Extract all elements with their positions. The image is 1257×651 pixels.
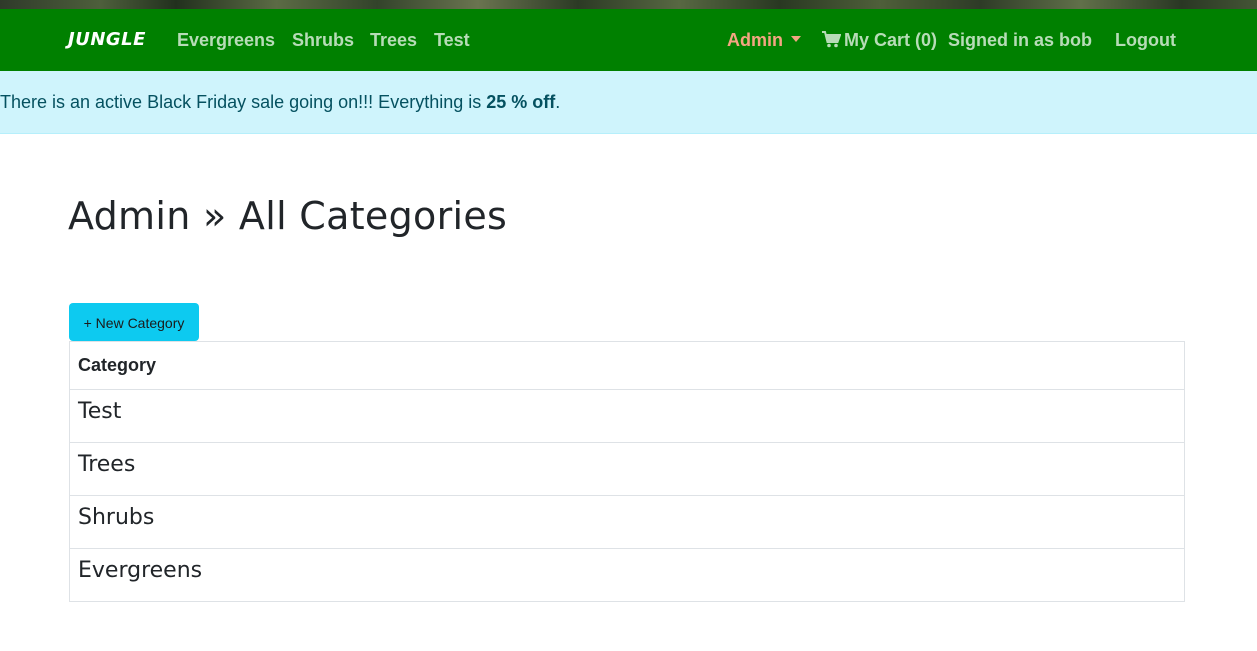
- table-row: Evergreens: [69, 548, 1185, 602]
- cart-label: My Cart (0): [844, 30, 938, 50]
- alert-text-end: .: [555, 92, 561, 112]
- caret-down-icon: [791, 36, 801, 42]
- shopping-cart-icon: [822, 31, 841, 48]
- admin-dropdown[interactable]: Admin: [727, 30, 801, 51]
- cart-link[interactable]: My Cart (0): [822, 30, 937, 51]
- nav-link-trees[interactable]: Trees: [370, 30, 417, 51]
- table-row: Shrubs: [69, 495, 1185, 549]
- hero-image-strip: [0, 0, 1257, 9]
- logout-link[interactable]: Logout: [1115, 30, 1176, 51]
- page-title: Admin » All Categories: [68, 194, 508, 238]
- nav-link-shrubs[interactable]: Shrubs: [292, 30, 354, 51]
- nav-link-test[interactable]: Test: [434, 30, 470, 51]
- new-category-button[interactable]: + New Category: [69, 303, 199, 341]
- category-cell: Evergreens: [69, 548, 1185, 602]
- brand-logo[interactable]: JUNGLE: [68, 29, 146, 50]
- admin-dropdown-label: Admin: [727, 30, 783, 50]
- column-header-category: Category: [69, 341, 1185, 390]
- top-navbar: JUNGLE Evergreens Shrubs Trees Test Admi…: [0, 9, 1257, 71]
- sale-alert: There is an active Black Friday sale goi…: [0, 71, 1257, 134]
- table-row: Trees: [69, 442, 1185, 496]
- nav-link-evergreens[interactable]: Evergreens: [177, 30, 275, 51]
- table-header-row: Category: [69, 341, 1185, 390]
- signed-in-text: Signed in as bob: [948, 30, 1093, 50]
- categories-table: Category Test Trees Shrubs Evergreens: [69, 341, 1185, 602]
- category-cell: Trees: [69, 442, 1185, 496]
- alert-discount: 25 % off: [486, 92, 556, 112]
- table-row: Test: [69, 389, 1185, 443]
- alert-text: There is an active Black Friday sale goi…: [0, 92, 487, 112]
- category-cell: Test: [69, 389, 1185, 443]
- category-cell: Shrubs: [69, 495, 1185, 549]
